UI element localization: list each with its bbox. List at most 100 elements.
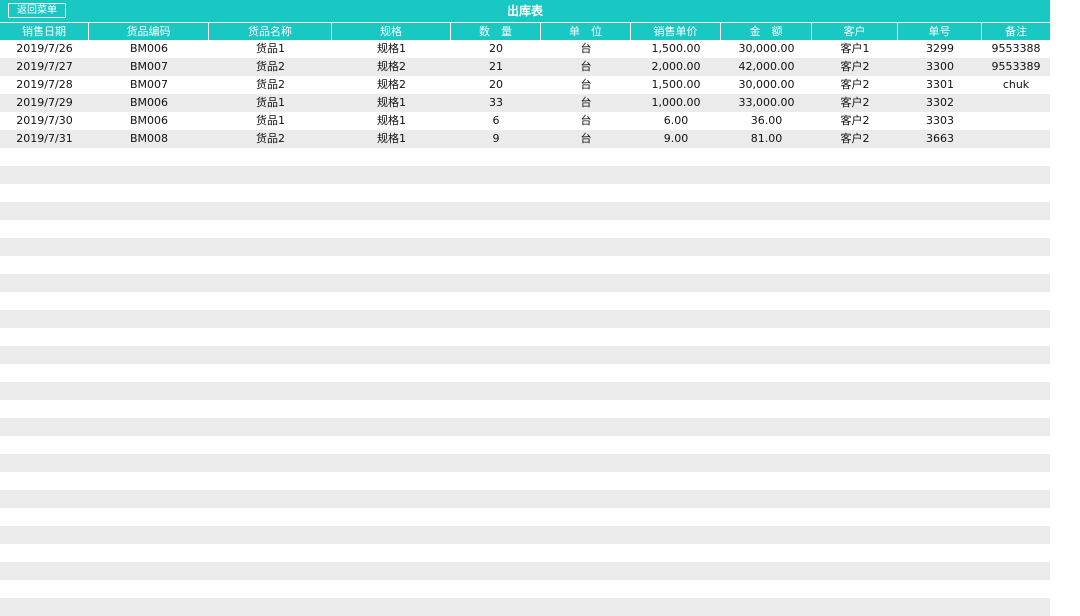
- cell-customer[interactable]: 客户1: [812, 40, 898, 58]
- cell-spec[interactable]: 规格1: [332, 112, 451, 130]
- cell-unit-price[interactable]: 1,500.00: [631, 40, 721, 58]
- cell-item-name[interactable]: 货品2: [209, 76, 332, 94]
- cell-sales-date[interactable]: 2019/7/30: [0, 112, 89, 130]
- cell-unit[interactable]: 台: [541, 40, 631, 58]
- cell-unit[interactable]: 台: [541, 112, 631, 130]
- header-unit-price[interactable]: 销售单价: [631, 23, 721, 40]
- empty-table-row: [0, 490, 1050, 508]
- cell-customer[interactable]: 客户2: [812, 58, 898, 76]
- cell-quantity[interactable]: 9: [451, 130, 541, 148]
- cell-remarks[interactable]: 9553388: [982, 40, 1050, 58]
- cell-order-no[interactable]: 3300: [898, 58, 982, 76]
- empty-table-row: [0, 220, 1050, 238]
- cell-sales-date[interactable]: 2019/7/27: [0, 58, 89, 76]
- header-item-name[interactable]: 货品名称: [209, 23, 332, 40]
- table-row: 2019/7/26 BM006 货品1 规格1 20 台 1,500.00 30,000.00…: [0, 40, 1050, 58]
- cell-quantity[interactable]: 6: [451, 112, 541, 130]
- cell-item-code[interactable]: BM008: [89, 130, 209, 148]
- cell-unit[interactable]: 台: [541, 58, 631, 76]
- cell-customer[interactable]: 客户2: [812, 76, 898, 94]
- back-to-menu-button[interactable]: 返回菜单: [8, 3, 66, 18]
- empty-table-row: [0, 454, 1050, 472]
- cell-unit[interactable]: 台: [541, 130, 631, 148]
- empty-table-row: [0, 562, 1050, 580]
- cell-amount[interactable]: 30,000.00: [721, 76, 812, 94]
- cell-quantity[interactable]: 33: [451, 94, 541, 112]
- header-item-code[interactable]: 货品编码: [89, 23, 209, 40]
- title-bar: 返回菜单 出库表: [0, 0, 1050, 23]
- cell-order-no[interactable]: 3663: [898, 130, 982, 148]
- header-spec[interactable]: 规格: [332, 23, 451, 40]
- empty-table-row: [0, 292, 1050, 310]
- cell-item-code[interactable]: BM006: [89, 112, 209, 130]
- empty-table-row: [0, 256, 1050, 274]
- header-remarks[interactable]: 备注: [982, 23, 1050, 40]
- cell-unit-price[interactable]: 9.00: [631, 130, 721, 148]
- cell-spec[interactable]: 规格2: [332, 58, 451, 76]
- empty-table-row: [0, 418, 1050, 436]
- cell-item-code[interactable]: BM007: [89, 58, 209, 76]
- cell-order-no[interactable]: 3301: [898, 76, 982, 94]
- cell-customer[interactable]: 客户2: [812, 112, 898, 130]
- cell-remarks[interactable]: 9553389: [982, 58, 1050, 76]
- empty-table-row: [0, 346, 1050, 364]
- cell-amount[interactable]: 81.00: [721, 130, 812, 148]
- cell-sales-date[interactable]: 2019/7/28: [0, 76, 89, 94]
- cell-remarks[interactable]: [982, 112, 1050, 130]
- cell-unit[interactable]: 台: [541, 76, 631, 94]
- cell-amount[interactable]: 36.00: [721, 112, 812, 130]
- cell-customer[interactable]: 客户2: [812, 130, 898, 148]
- cell-item-code[interactable]: BM007: [89, 76, 209, 94]
- header-amount[interactable]: 金 额: [721, 23, 812, 40]
- cell-amount[interactable]: 42,000.00: [721, 58, 812, 76]
- cell-unit-price[interactable]: 1,500.00: [631, 76, 721, 94]
- table-row: 2019/7/29 BM006 货品1 规格1 33 台 1,000.00 33,000.00…: [0, 94, 1050, 112]
- cell-sales-date[interactable]: 2019/7/31: [0, 130, 89, 148]
- sheet-title: 出库表: [506, 4, 543, 18]
- cell-item-name[interactable]: 货品2: [209, 58, 332, 76]
- cell-spec[interactable]: 规格1: [332, 40, 451, 58]
- cell-order-no[interactable]: 3302: [898, 94, 982, 112]
- cell-quantity[interactable]: 20: [451, 76, 541, 94]
- cell-order-no[interactable]: 3303: [898, 112, 982, 130]
- header-sales-date[interactable]: 销售日期: [0, 23, 89, 40]
- empty-table-row: [0, 598, 1050, 616]
- empty-table-row: [0, 580, 1050, 598]
- cell-remarks[interactable]: chuk: [982, 76, 1050, 94]
- cell-remarks[interactable]: [982, 130, 1050, 148]
- cell-spec[interactable]: 规格2: [332, 76, 451, 94]
- cell-unit-price[interactable]: 1,000.00: [631, 94, 721, 112]
- cell-item-code[interactable]: BM006: [89, 40, 209, 58]
- cell-amount[interactable]: 33,000.00: [721, 94, 812, 112]
- cell-quantity[interactable]: 21: [451, 58, 541, 76]
- cell-unit[interactable]: 台: [541, 94, 631, 112]
- cell-unit-price[interactable]: 6.00: [631, 112, 721, 130]
- cell-spec[interactable]: 规格1: [332, 130, 451, 148]
- cell-item-code[interactable]: BM006: [89, 94, 209, 112]
- cell-customer[interactable]: 客户2: [812, 94, 898, 112]
- cell-item-name[interactable]: 货品1: [209, 94, 332, 112]
- table-row: 2019/7/28 BM007 货品2 规格2 20 台 1,500.00 30,000.00…: [0, 76, 1050, 94]
- cell-item-name[interactable]: 货品1: [209, 112, 332, 130]
- cell-sales-date[interactable]: 2019/7/29: [0, 94, 89, 112]
- cell-unit-price[interactable]: 2,000.00: [631, 58, 721, 76]
- cell-item-name[interactable]: 货品2: [209, 130, 332, 148]
- cell-item-name[interactable]: 货品1: [209, 40, 332, 58]
- cell-order-no[interactable]: 3299: [898, 40, 982, 58]
- empty-table-row: [0, 238, 1050, 256]
- empty-table-row: [0, 274, 1050, 292]
- cell-quantity[interactable]: 20: [451, 40, 541, 58]
- empty-table-row: [0, 328, 1050, 346]
- table-header: 销售日期 货品编码 货品名称 规格 数 量 单 位 销售单价 金 额 客户 单号…: [0, 23, 1050, 40]
- cell-remarks[interactable]: [982, 94, 1050, 112]
- cell-spec[interactable]: 规格1: [332, 94, 451, 112]
- cell-sales-date[interactable]: 2019/7/26: [0, 40, 89, 58]
- header-order-no[interactable]: 单号: [898, 23, 982, 40]
- header-unit[interactable]: 单 位: [541, 23, 631, 40]
- empty-table-row: [0, 184, 1050, 202]
- cell-amount[interactable]: 30,000.00: [721, 40, 812, 58]
- header-quantity[interactable]: 数 量: [451, 23, 541, 40]
- outbound-sheet: 返回菜单 出库表 销售日期 货品编码 货品名称 规格 数 量 单 位 销售单价 …: [0, 0, 1050, 616]
- table-row: 2019/7/30 BM006 货品1 规格1 6 台 6.00 36.00 客户2 3303: [0, 112, 1050, 130]
- header-customer[interactable]: 客户: [812, 23, 898, 40]
